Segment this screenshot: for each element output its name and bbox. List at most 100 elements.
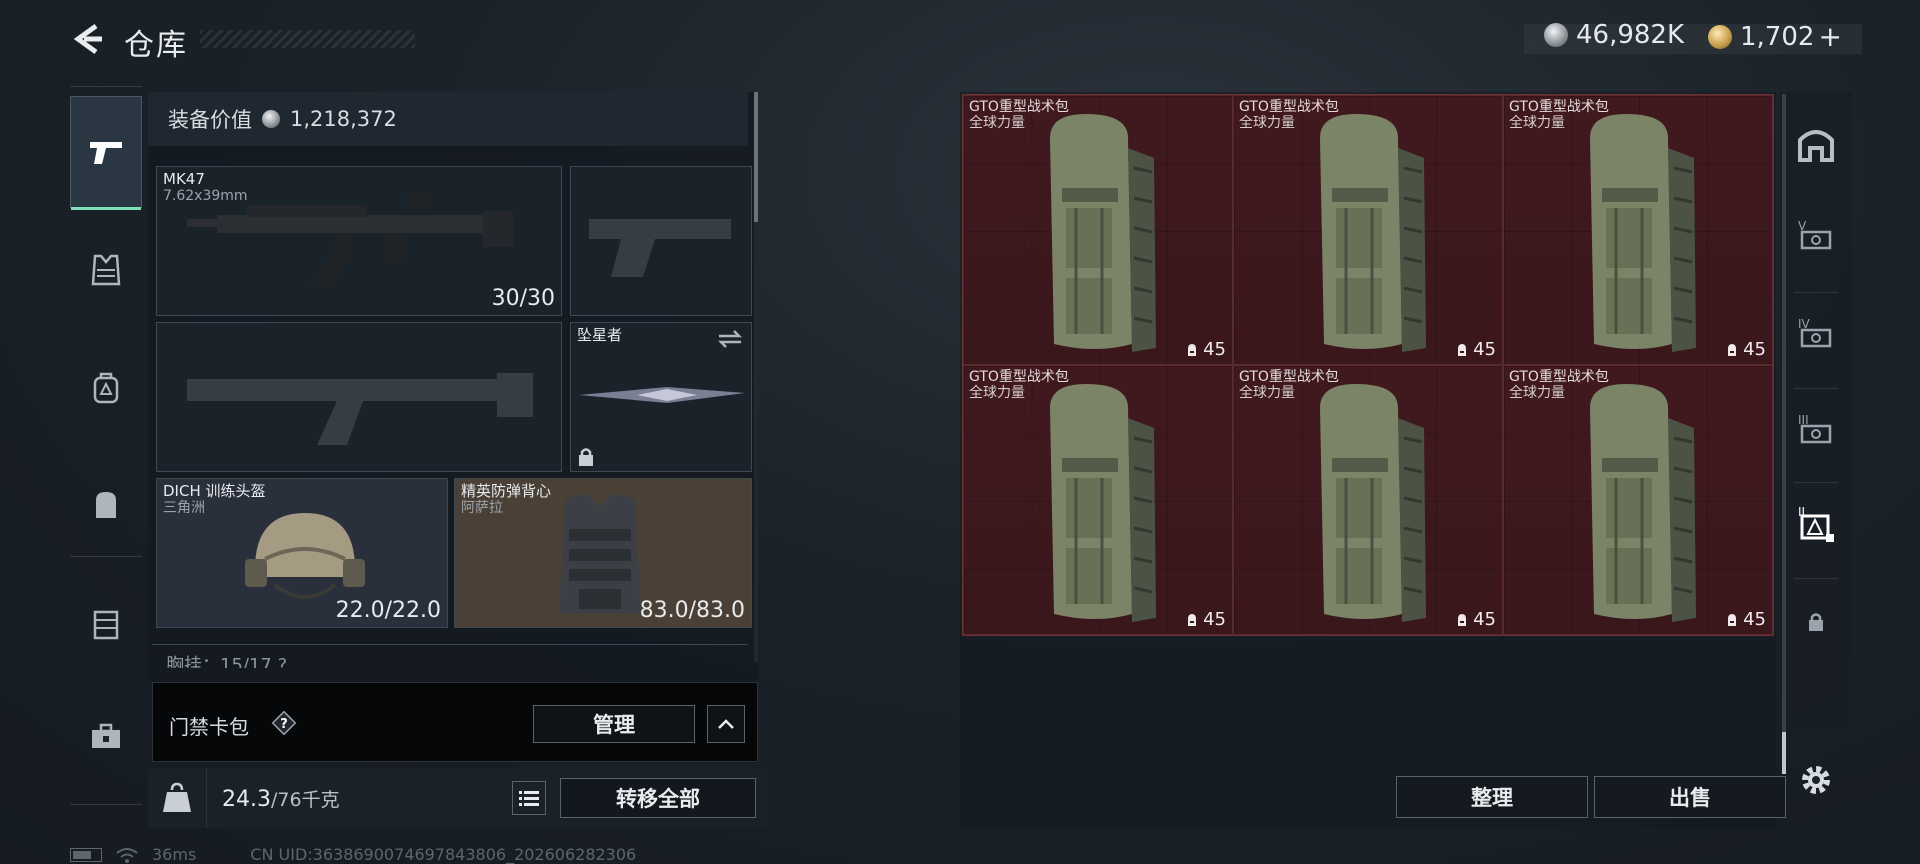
- loadout-scrollbar-thumb[interactable]: [754, 92, 758, 222]
- stash-tab-iv[interactable]: IV: [1780, 296, 1852, 368]
- tactical-backpack-image: [1050, 384, 1156, 622]
- vest-icon: [91, 254, 121, 286]
- body-armor-image: [559, 493, 641, 613]
- stash-item-name: GTO重型战术包: [1239, 99, 1339, 115]
- equipment-value-label: 装备价值: [168, 108, 252, 132]
- stash-item-capacity: 45: [1185, 609, 1226, 630]
- chevron-up-icon: [718, 719, 734, 729]
- lock-icon: [1809, 613, 1823, 631]
- loadout-panel: 装备价值 1,218,372 MK47 7.62x39mm 30/30 坠星者 …: [148, 92, 758, 682]
- stash-item-backpack[interactable]: GTO重型战术包 全球力量 45: [1233, 95, 1503, 365]
- stash-tab-locked[interactable]: [1780, 586, 1852, 658]
- backpack-icon: [93, 372, 119, 404]
- capacity-icon: [1188, 613, 1197, 626]
- stash-item-count: 45: [1203, 609, 1226, 630]
- stash-tab-v[interactable]: V: [1780, 198, 1852, 270]
- secondary-weapon-slot[interactable]: [156, 322, 562, 472]
- swap-icon[interactable]: [717, 329, 743, 349]
- weight-max: /76千克: [270, 789, 340, 811]
- rail-divider: [70, 86, 142, 87]
- equipment-value-bar: 装备价值 1,218,372: [148, 92, 748, 146]
- rail-item-weapons[interactable]: [70, 96, 142, 210]
- helmet-name: DICH 训练头盔: [163, 482, 266, 500]
- rail-item-armor[interactable]: [70, 234, 142, 306]
- page-title: 仓库: [124, 28, 188, 63]
- currency-gold[interactable]: 1,702 +: [1708, 20, 1842, 53]
- armor-slot[interactable]: 精英防弹背心 阿萨拉 83.0/83.0: [454, 478, 752, 628]
- lock-icon: [579, 448, 593, 466]
- back-arrow-icon[interactable]: [70, 22, 104, 56]
- stash-item-name: GTO重型战术包: [1239, 369, 1339, 385]
- access-card-label: 门禁卡包: [169, 715, 249, 739]
- tactical-backpack-image: [1590, 384, 1696, 622]
- stash-item-capacity: 45: [1725, 339, 1766, 360]
- wifi-icon: [116, 847, 138, 863]
- stash-item-faction: 全球力量: [969, 115, 1025, 131]
- capacity-icon: [1188, 343, 1197, 356]
- silver-coin-icon: [1544, 23, 1568, 47]
- ping-readout: 36ms: [152, 845, 197, 864]
- melee-name: 坠星者: [577, 326, 623, 344]
- sort-button[interactable]: 整理: [1396, 776, 1588, 818]
- chest-rig-row[interactable]: 胸挂：15/17 ?: [152, 644, 748, 668]
- transfer-all-button[interactable]: 转移全部: [560, 778, 756, 818]
- helmet-slot[interactable]: DICH 训练头盔 三角洲 22.0/22.0: [156, 478, 448, 628]
- pistol-icon: [90, 142, 122, 164]
- capacity-icon: [1458, 613, 1467, 626]
- stash-item-faction: 全球力量: [1239, 115, 1295, 131]
- stash-item-name: GTO重型战术包: [969, 99, 1069, 115]
- stash-item-count: 45: [1473, 339, 1496, 360]
- status-line: 36ms CN UID:3638690074697843806_20260628…: [70, 845, 636, 864]
- help-icon[interactable]: ?: [271, 710, 297, 736]
- stash-item-backpack[interactable]: GTO重型战术包 全球力量 45: [963, 365, 1233, 635]
- armor-name: 精英防弹背心: [461, 482, 552, 500]
- settings-gear-icon[interactable]: [1798, 762, 1834, 798]
- list-view-button[interactable]: [512, 781, 546, 815]
- stash-tab-ii[interactable]: II: [1780, 488, 1852, 560]
- stash-iii-icon: III: [1798, 413, 1832, 444]
- rail-item-bag[interactable]: [70, 468, 142, 540]
- stash-item-count: 45: [1743, 339, 1766, 360]
- user-id: CN UID:3638690074697843806_202606282306: [250, 845, 637, 864]
- stash-v-icon: V: [1798, 219, 1832, 250]
- primary-weapon-name: MK47: [163, 170, 205, 188]
- stash-item-backpack[interactable]: GTO重型战术包 全球力量 45: [1233, 365, 1503, 635]
- manage-button[interactable]: 管理: [533, 705, 695, 743]
- stash-item-name: GTO重型战术包: [1509, 369, 1609, 385]
- stash-tab-home[interactable]: [1780, 108, 1852, 180]
- title-decoration: [200, 30, 415, 48]
- collapse-button[interactable]: [707, 705, 745, 743]
- tactical-backpack-image: [1320, 384, 1426, 622]
- primary-weapon-ammo: 30/30: [491, 286, 555, 311]
- rail-item-tools[interactable]: [70, 700, 142, 772]
- stash-tab-iii[interactable]: III: [1780, 392, 1852, 464]
- stash-item-backpack[interactable]: GTO重型战术包 全球力量 45: [1503, 365, 1773, 635]
- stash-item-name: GTO重型战术包: [1509, 99, 1609, 115]
- sell-button[interactable]: 出售: [1594, 776, 1786, 818]
- category-rail: [70, 86, 142, 806]
- stash-item-backpack[interactable]: GTO重型战术包 全球力量 45: [963, 95, 1233, 365]
- stash-home-icon: [1798, 130, 1834, 162]
- stash-item-faction: 全球力量: [1509, 115, 1565, 131]
- rifle-placeholder-icon: [187, 373, 533, 445]
- armor-durability: 83.0/83.0: [639, 598, 745, 623]
- stash-item-faction: 全球力量: [1509, 385, 1565, 401]
- melee-slot[interactable]: 坠星者: [570, 322, 752, 472]
- tactical-backpack-image: [1050, 114, 1156, 352]
- primary-weapon-slot[interactable]: MK47 7.62x39mm 30/30: [156, 166, 562, 316]
- add-currency-button[interactable]: +: [1818, 20, 1841, 53]
- stash-rail-divider: [1794, 292, 1838, 293]
- capacity-icon: [1728, 613, 1737, 626]
- armor-origin: 阿萨拉: [461, 500, 503, 516]
- stash-item-faction: 全球力量: [969, 385, 1025, 401]
- capacity-icon: [1728, 343, 1737, 356]
- helmet-durability: 22.0/22.0: [335, 598, 441, 623]
- stash-item-count: 45: [1743, 609, 1766, 630]
- rail-item-container[interactable]: [70, 588, 142, 660]
- rail-divider: [70, 556, 142, 557]
- stash-iv-icon: IV: [1798, 317, 1832, 348]
- sidearm-slot[interactable]: [570, 166, 752, 316]
- stash-item-capacity: 45: [1185, 339, 1226, 360]
- stash-item-backpack[interactable]: GTO重型战术包 全球力量 45: [1503, 95, 1773, 365]
- rail-item-rig[interactable]: [70, 352, 142, 424]
